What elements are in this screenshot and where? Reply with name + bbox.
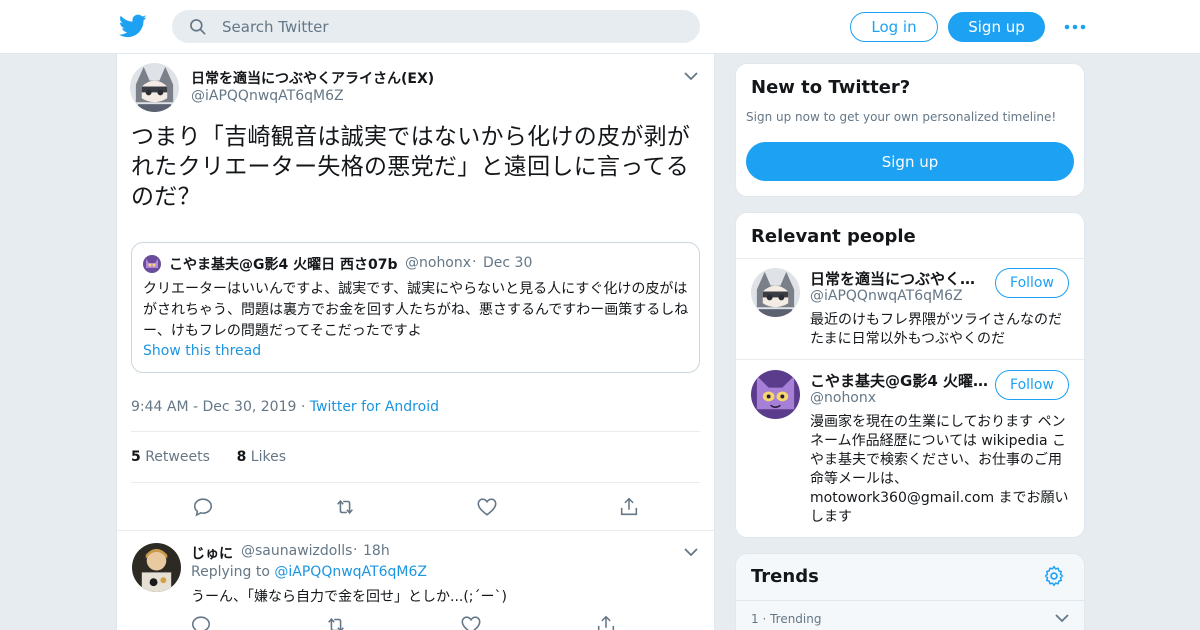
like-icon[interactable] [460, 614, 482, 630]
search-bar[interactable] [172, 10, 700, 43]
reply-author-handle[interactable]: @saunawizdolls [241, 543, 352, 559]
tweet-stats: 5 Retweets 8 Likes [131, 449, 286, 465]
quote-author-name: こやま基夫@G影4 火曜日 西さ07b [169, 257, 398, 273]
replying-prefix: Replying to [191, 564, 270, 580]
like-icon[interactable] [476, 496, 498, 518]
follow-button[interactable]: Follow [995, 370, 1069, 400]
sidebar-signup-button[interactable]: Sign up [746, 142, 1074, 181]
author-handle[interactable]: @iAPQQnwqAT6qM6Z [191, 88, 344, 104]
tweet-time: 9:44 AM [131, 399, 189, 415]
quote-date: Dec 30 [483, 255, 533, 271]
new-to-twitter-title: New to Twitter? [751, 77, 911, 98]
twitter-bird-icon[interactable] [118, 12, 148, 40]
person-name[interactable]: こやま基夫@G影4 火曜日 西さ07b [810, 370, 988, 391]
divider [131, 482, 700, 483]
reply-icon[interactable] [192, 496, 214, 518]
follow-button[interactable]: Follow [995, 268, 1069, 298]
person-bio: 漫画家を現在の生業にしております ペンネーム作品経歴については wikipedi… [810, 414, 1069, 525]
settings-gear-icon[interactable] [1043, 565, 1065, 587]
retweets-label: Retweets [145, 449, 210, 465]
tweet-timestamp: 9:44 AM - Dec 30, 2019 · Twitter for And… [131, 399, 439, 415]
relevant-people-card: Relevant people 日常を適当につぶやくアライさん(EX) @iAP… [735, 212, 1085, 538]
divider [131, 431, 700, 432]
section-separator [117, 530, 714, 531]
trends-card: Trends 1 · Trending [735, 553, 1085, 630]
divider [736, 359, 1084, 360]
likes-stat[interactable]: 8 Likes [237, 449, 286, 465]
person-name[interactable]: 日常を適当につぶやくアライさん(EX) [810, 268, 988, 289]
quote-text: クリエーターはいいんですよ、誠実です、誠実にやらないと見る人にすぐ化けの皮がはが… [143, 281, 689, 339]
trends-title: Trends [751, 566, 819, 587]
new-to-twitter-card: New to Twitter? Sign up now to get your … [735, 63, 1085, 197]
person-bio: 最近のけもフレ界隈がツライさんなのだ たまに日常以外もつぶやくのだ [810, 312, 1062, 347]
share-icon[interactable] [618, 496, 640, 518]
person-avatar[interactable] [751, 370, 800, 419]
retweet-icon[interactable] [325, 614, 347, 630]
quote-separator: · [472, 254, 477, 270]
search-input[interactable] [222, 17, 662, 36]
person-handle[interactable]: @nohonx [810, 390, 876, 406]
tweet-text: つまり「吉崎観音は誠実ではないから化けの皮が剥がれたクリエーター失格の悪党だ」と… [131, 124, 691, 210]
divider [736, 258, 1084, 259]
show-thread-link[interactable]: Show this thread [143, 343, 261, 359]
signup-button[interactable]: Sign up [948, 12, 1045, 42]
reply-separator: · [353, 542, 358, 558]
login-button[interactable]: Log in [850, 12, 938, 42]
new-to-twitter-subtitle: Sign up now to get your own personalized… [746, 110, 1057, 124]
reply-time[interactable]: 18h [363, 543, 390, 559]
trend-meta: 1 · Trending [751, 612, 822, 626]
retweet-icon[interactable] [334, 496, 356, 518]
reply-icon[interactable] [190, 614, 212, 630]
person-handle[interactable]: @iAPQQnwqAT6qM6Z [810, 288, 963, 304]
share-icon[interactable] [595, 614, 617, 630]
relevant-people-title: Relevant people [751, 226, 916, 247]
quote-avatar[interactable] [143, 255, 161, 273]
likes-label: Likes [250, 449, 286, 465]
meta-separator: - [193, 399, 203, 415]
chevron-down-icon[interactable] [1055, 613, 1069, 623]
quoted-tweet[interactable]: こやま基夫@G影4 火曜日 西さ07b @nohonx · Dec 30 クリエ… [131, 242, 700, 373]
retweets-count: 5 [131, 449, 141, 465]
tweet-column: 日常を適当につぶやくアライさん(EX) @iAPQQnwqAT6qM6Z つまり… [116, 54, 715, 630]
more-dots-icon[interactable] [1064, 16, 1086, 38]
replying-to: Replying to @iAPQQnwqAT6qM6Z [191, 564, 427, 580]
chevron-down-icon[interactable] [684, 547, 698, 557]
reply-author-name[interactable]: じゅに [191, 543, 233, 563]
reply-text: うーん、「嫌なら自力で金を回せ」としか...(;´ー`) [191, 589, 507, 605]
chevron-down-icon[interactable] [684, 71, 698, 81]
tweet-date: Dec 30, 2019 [202, 399, 297, 415]
person-avatar[interactable] [751, 268, 800, 317]
retweets-stat[interactable]: 5 Retweets [131, 449, 210, 465]
divider [736, 600, 1084, 601]
top-bar: Log in Sign up [0, 0, 1200, 54]
likes-count: 8 [236, 449, 247, 465]
tweet-source-link[interactable]: Twitter for Android [310, 399, 439, 415]
author-avatar[interactable] [130, 63, 179, 112]
search-icon [190, 18, 206, 35]
author-name[interactable]: 日常を適当につぶやくアライさん(EX) [191, 68, 434, 88]
quote-author-handle: @nohonx [405, 255, 472, 271]
meta-separator: · [300, 399, 310, 415]
reply-avatar[interactable] [132, 543, 181, 592]
replying-to-link[interactable]: @iAPQQnwqAT6qM6Z [274, 564, 427, 580]
